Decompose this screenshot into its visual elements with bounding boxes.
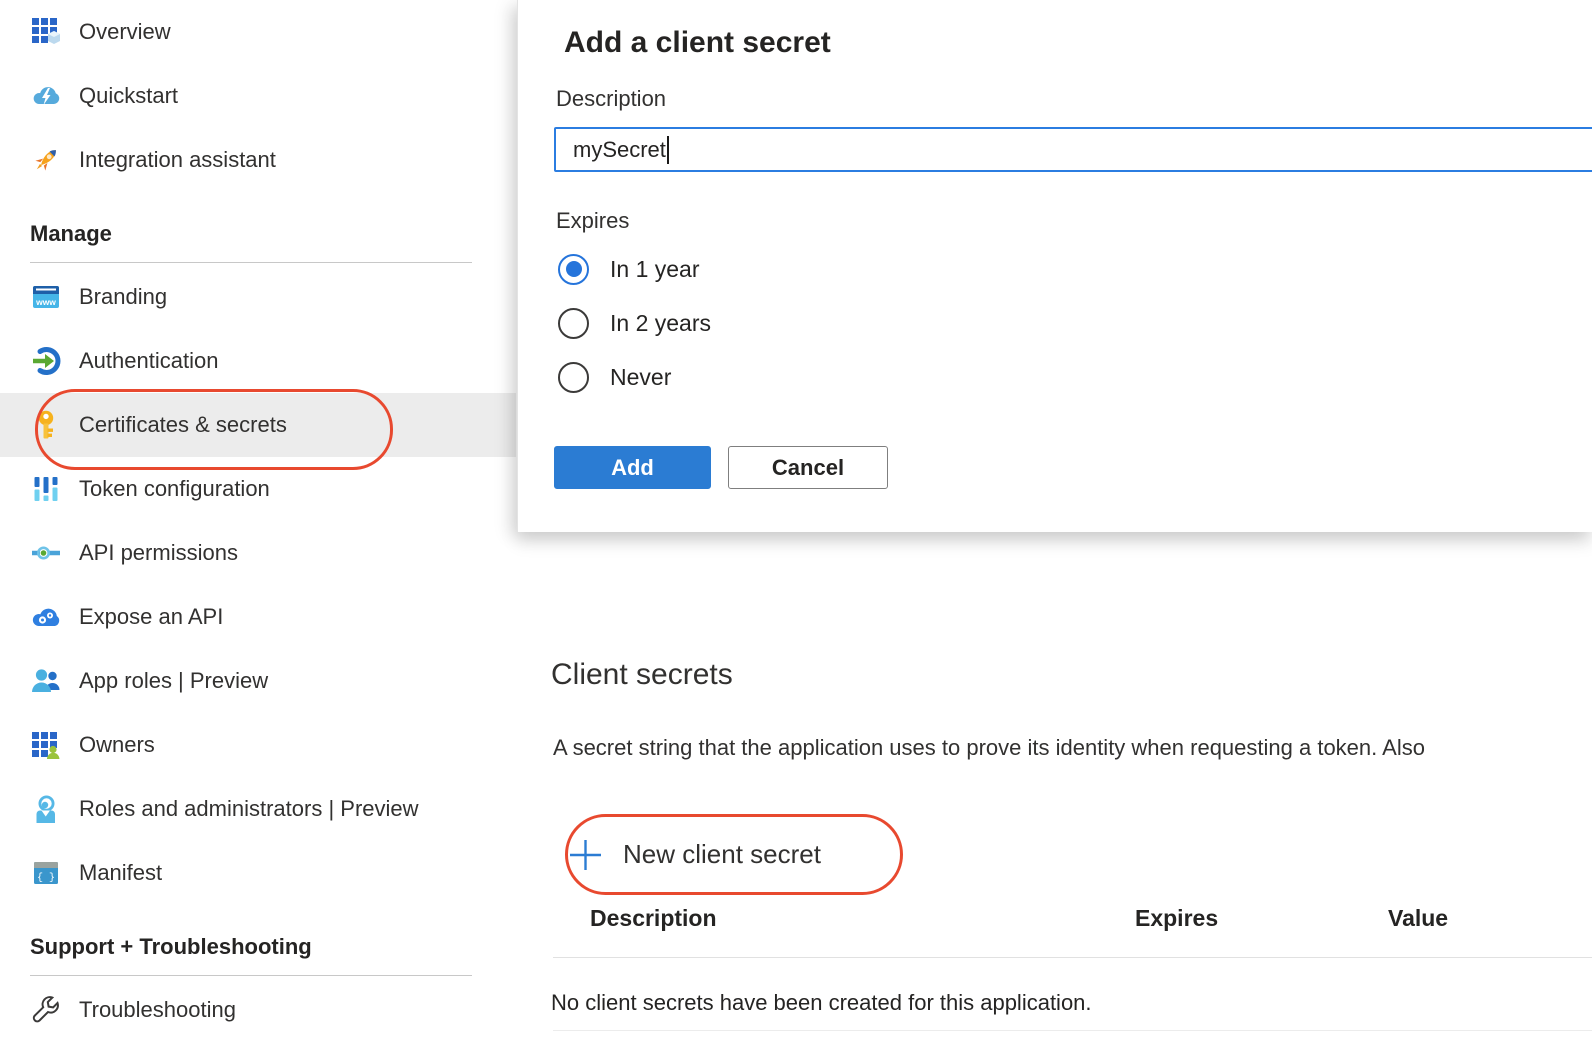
- sidebar-item-label: Owners: [79, 732, 155, 758]
- text-caret: [667, 136, 669, 164]
- radio-button[interactable]: [558, 362, 589, 393]
- description-input-value: mySecret: [573, 137, 666, 163]
- description-label: Description: [556, 86, 666, 112]
- sidebar-item-label: Expose an API: [79, 604, 223, 630]
- wrench-icon: [30, 994, 62, 1026]
- table-header-divider: [553, 957, 1592, 958]
- sidebar-divider: [30, 975, 472, 976]
- sidebar-item-api-permissions[interactable]: API permissions: [0, 521, 516, 585]
- sidebar-item-label: Branding: [79, 284, 167, 310]
- expires-label: Expires: [556, 208, 629, 234]
- column-header-description: Description: [590, 905, 717, 932]
- plus-icon: [570, 838, 601, 872]
- expose-api-icon: [30, 601, 62, 633]
- sidebar-section-manage: Manage: [30, 212, 516, 256]
- client-secrets-heading: Client secrets: [551, 658, 733, 692]
- token-configuration-icon: [30, 473, 62, 505]
- people-icon: [30, 665, 62, 697]
- radio-label: In 2 years: [610, 310, 711, 337]
- key-icon: [30, 409, 62, 441]
- cancel-button[interactable]: Cancel: [728, 446, 888, 489]
- sidebar-item-roles-and-administrators[interactable]: Roles and administrators | Preview: [0, 777, 516, 841]
- sidebar-item-label: Troubleshooting: [79, 997, 236, 1023]
- svg-text:www: www: [35, 297, 56, 307]
- sidebar-item-label: Certificates & secrets: [79, 412, 287, 438]
- sidebar-item-quickstart[interactable]: Quickstart: [0, 64, 516, 128]
- add-button[interactable]: Add: [554, 446, 711, 489]
- sidebar-item-certificates-secrets[interactable]: Certificates & secrets: [0, 393, 516, 457]
- radio-never[interactable]: Never: [558, 360, 671, 394]
- sidebar-item-token-configuration[interactable]: Token configuration: [0, 457, 516, 521]
- new-client-secret-button[interactable]: New client secret: [570, 814, 821, 895]
- sidebar-item-label: API permissions: [79, 540, 238, 566]
- quickstart-icon: [30, 80, 62, 112]
- owners-icon: [30, 729, 62, 761]
- sidebar-item-label: App roles | Preview: [79, 668, 268, 694]
- new-client-secret-label: New client secret: [623, 839, 821, 870]
- sidebar-item-label: Manifest: [79, 860, 162, 886]
- branding-icon: www: [30, 281, 62, 313]
- dialog-title: Add a client secret: [564, 26, 831, 60]
- sidebar-item-owners[interactable]: Owners: [0, 713, 516, 777]
- sidebar-item-expose-an-api[interactable]: Expose an API: [0, 585, 516, 649]
- svg-text:{ }: { }: [37, 872, 55, 884]
- sidebar-item-troubleshooting[interactable]: Troubleshooting: [0, 978, 516, 1042]
- sidebar-item-label: Authentication: [79, 348, 218, 374]
- column-header-value: Value: [1388, 905, 1448, 932]
- authentication-icon: [30, 345, 62, 377]
- manifest-icon: { }: [30, 857, 62, 889]
- radio-label: Never: [610, 364, 671, 391]
- radio-button[interactable]: [558, 308, 589, 339]
- radio-in-2-years[interactable]: In 2 years: [558, 306, 711, 340]
- overview-icon: [30, 16, 62, 48]
- sidebar-item-label: Quickstart: [79, 83, 178, 109]
- api-permissions-icon: [30, 537, 62, 569]
- empty-table-message: No client secrets have been created for …: [551, 990, 1092, 1016]
- roles-admins-icon: [30, 793, 62, 825]
- sidebar-item-label: Overview: [79, 19, 171, 45]
- client-secrets-table-header: Description Expires Value: [0, 905, 1592, 937]
- sidebar-item-manifest[interactable]: { } Manifest: [0, 841, 516, 905]
- sidebar-item-label: Token configuration: [79, 476, 270, 502]
- sidebar-item-label: Roles and administrators | Preview: [79, 796, 419, 822]
- sidebar-divider: [30, 262, 472, 263]
- sidebar-item-branding[interactable]: www Branding: [0, 265, 516, 329]
- radio-in-1-year[interactable]: In 1 year: [558, 252, 700, 286]
- sidebar-item-authentication[interactable]: Authentication: [0, 329, 516, 393]
- sidebar-nav: Overview Quickstart Integration assistan…: [0, 0, 516, 1034]
- sidebar-item-overview[interactable]: Overview: [0, 0, 516, 64]
- column-header-expires: Expires: [1135, 905, 1218, 932]
- sidebar-item-label: Integration assistant: [79, 147, 276, 173]
- sidebar-item-app-roles[interactable]: App roles | Preview: [0, 649, 516, 713]
- description-input[interactable]: mySecret: [554, 127, 1592, 172]
- radio-button-selected[interactable]: [558, 254, 589, 285]
- rocket-icon: [30, 144, 62, 176]
- add-client-secret-dialog: Add a client secret Description mySecret…: [517, 0, 1592, 532]
- sidebar-item-integration-assistant[interactable]: Integration assistant: [0, 128, 516, 192]
- table-bottom-divider: [553, 1030, 1592, 1031]
- client-secrets-description: A secret string that the application use…: [553, 735, 1425, 761]
- radio-label: In 1 year: [610, 256, 700, 283]
